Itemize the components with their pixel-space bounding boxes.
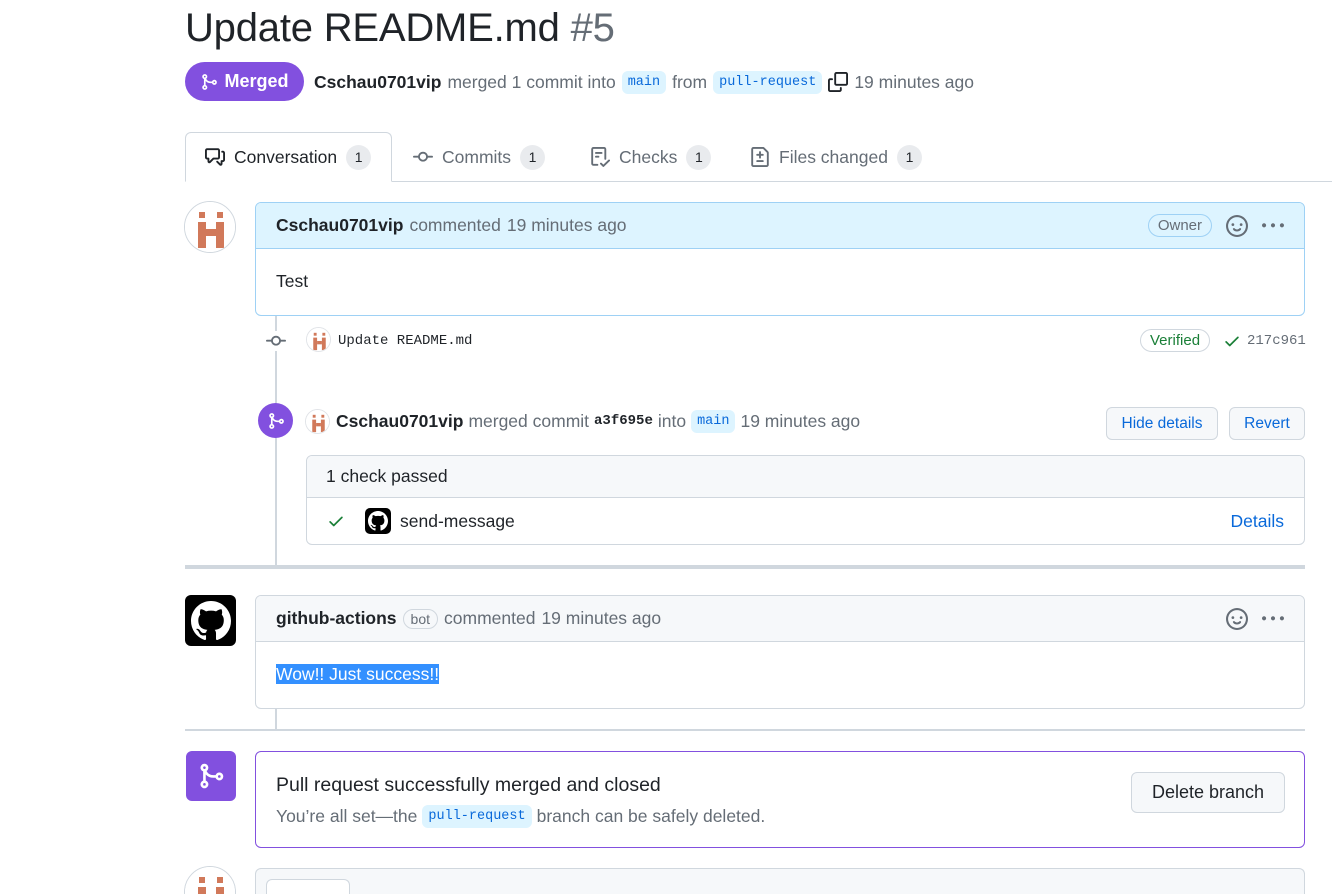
commit-sha-link[interactable]: 217c961	[1247, 333, 1306, 349]
pr-title: Update README.md #5	[185, 6, 615, 51]
notice-text-after: branch can be safely deleted.	[536, 806, 766, 826]
identicon-avatar	[185, 867, 235, 894]
checks-box: 1 check passed send-message Details	[306, 455, 1305, 545]
new-comment-box	[255, 868, 1305, 894]
tab-checks-count: 1	[686, 144, 712, 170]
merge-branch-link[interactable]: main	[691, 409, 736, 433]
timeline-divider	[185, 565, 1305, 569]
git-merge-icon	[202, 73, 218, 90]
merge-event-badge	[258, 403, 293, 438]
tab-files-changed[interactable]: Files changed 1	[750, 132, 922, 182]
smiley-icon[interactable]	[1226, 214, 1248, 237]
github-logo-icon	[190, 600, 231, 640]
pr-number: #5	[570, 6, 615, 50]
avatar[interactable]	[184, 866, 236, 894]
verified-badge[interactable]: Verified	[1140, 329, 1211, 352]
tab-conversation[interactable]: Conversation 1	[205, 132, 372, 182]
merge-action: merged commit	[468, 410, 590, 431]
from-text: from	[672, 71, 708, 92]
file-diff-icon	[751, 147, 769, 167]
tab-conversation-label: Conversation	[234, 146, 338, 167]
merged-status-badge	[186, 751, 236, 801]
hide-details-button[interactable]: Hide details	[1106, 407, 1218, 440]
comment-author[interactable]: github-actions	[276, 608, 397, 629]
tab-commits-count: 1	[520, 144, 546, 170]
tab-conversation-count: 1	[346, 144, 372, 170]
git-merge-icon	[268, 412, 284, 429]
comment-card: Cschau0701vip commented 19 minutes ago O…	[255, 202, 1305, 316]
identicon-avatar	[307, 328, 330, 351]
comment-card: github-actions bot commented 19 minutes …	[255, 595, 1305, 709]
state-label: Merged	[224, 71, 289, 91]
pr-title-text: Update README.md	[185, 6, 560, 50]
tab-commits[interactable]: Commits 1	[413, 132, 546, 182]
merge-time[interactable]: 19 minutes ago	[740, 411, 860, 432]
pr-author-link[interactable]: Cschau0701vip	[314, 72, 441, 93]
commit-message-link[interactable]: Update README.md	[338, 333, 472, 349]
base-branch-link[interactable]: main	[621, 70, 667, 94]
identicon-avatar	[306, 410, 329, 433]
bot-avatar[interactable]	[185, 595, 236, 646]
revert-button[interactable]: Revert	[1229, 407, 1305, 440]
timeline-line	[275, 316, 277, 566]
github-logo-icon	[365, 508, 391, 534]
pr-meta: Cschau0701vip merged 1 commit into main …	[314, 68, 974, 96]
merge-text: merged 1 commit into	[447, 71, 616, 92]
comment-action: commented	[444, 608, 536, 628]
head-branch-link[interactable]: pull-request	[713, 70, 823, 94]
merged-notice-card: Pull request successfully merged and clo…	[255, 751, 1305, 848]
git-commit-icon	[266, 335, 286, 346]
git-commit-icon	[413, 151, 433, 162]
notice-branch[interactable]: pull-request	[422, 805, 532, 828]
git-merge-icon	[200, 763, 224, 789]
merged-state-badge: Merged	[185, 62, 304, 101]
smiley-icon[interactable]	[1226, 607, 1248, 630]
tab-files-changed-count: 1	[896, 144, 922, 170]
comment-body: Wow!! Just success!!	[256, 642, 1304, 707]
comment-action: commented	[409, 215, 501, 235]
merge-author-link[interactable]: Cschau0701vip	[336, 411, 463, 432]
comment-header: Cschau0701vip commented 19 minutes ago O…	[256, 203, 1304, 249]
comment-author[interactable]: Cschau0701vip	[276, 215, 403, 236]
tab-commits-label: Commits	[442, 146, 512, 167]
pr-time: 19 minutes ago	[854, 71, 974, 92]
bot-badge: bot	[402, 608, 439, 629]
copy-icon[interactable]	[828, 72, 849, 92]
check-icon	[329, 516, 343, 527]
timeline-divider	[185, 729, 1305, 731]
owner-badge: Owner	[1147, 214, 1212, 237]
avatar[interactable]	[184, 201, 236, 253]
identicon-avatar	[185, 202, 235, 252]
check-details-link[interactable]: Details	[1231, 511, 1285, 532]
comment-header: github-actions bot commented 19 minutes …	[256, 596, 1304, 642]
kebab-menu-icon[interactable]	[1262, 215, 1284, 237]
checklist-icon	[591, 147, 610, 167]
merged-notice-title: Pull request successfully merged and clo…	[276, 774, 661, 796]
comment-time[interactable]: 19 minutes ago	[541, 608, 661, 629]
write-tab[interactable]	[266, 879, 350, 894]
delete-branch-button[interactable]: Delete branch	[1131, 772, 1285, 813]
merge-event-text: Cschau0701vip merged commit a3f695e into…	[336, 406, 860, 436]
tab-checks-label: Checks	[619, 146, 678, 167]
comment-time[interactable]: 19 minutes ago	[507, 215, 627, 236]
check-icon	[1225, 336, 1239, 347]
tab-files-changed-label: Files changed	[779, 146, 888, 167]
merged-notice-text: You’re all set—the pull-request branch c…	[276, 805, 765, 828]
tab-checks[interactable]: Checks 1	[590, 132, 712, 182]
timeline-line	[275, 708, 277, 730]
avatar[interactable]	[305, 409, 330, 434]
checks-summary: 1 check passed	[307, 456, 1304, 498]
comment-body: Test	[276, 271, 309, 291]
selected-text: Wow!! Just success!!	[276, 664, 440, 684]
kebab-menu-icon[interactable]	[1262, 608, 1284, 630]
commit-node	[265, 331, 287, 351]
merge-sha-link[interactable]: a3f695e	[594, 413, 653, 429]
comment-discussion-icon	[205, 148, 225, 166]
notice-text-before: You’re all set—the	[276, 806, 418, 826]
merge-into: into	[657, 410, 687, 431]
check-name: send-message	[400, 510, 515, 531]
avatar[interactable]	[306, 327, 331, 352]
check-row: send-message Details	[307, 498, 1304, 544]
